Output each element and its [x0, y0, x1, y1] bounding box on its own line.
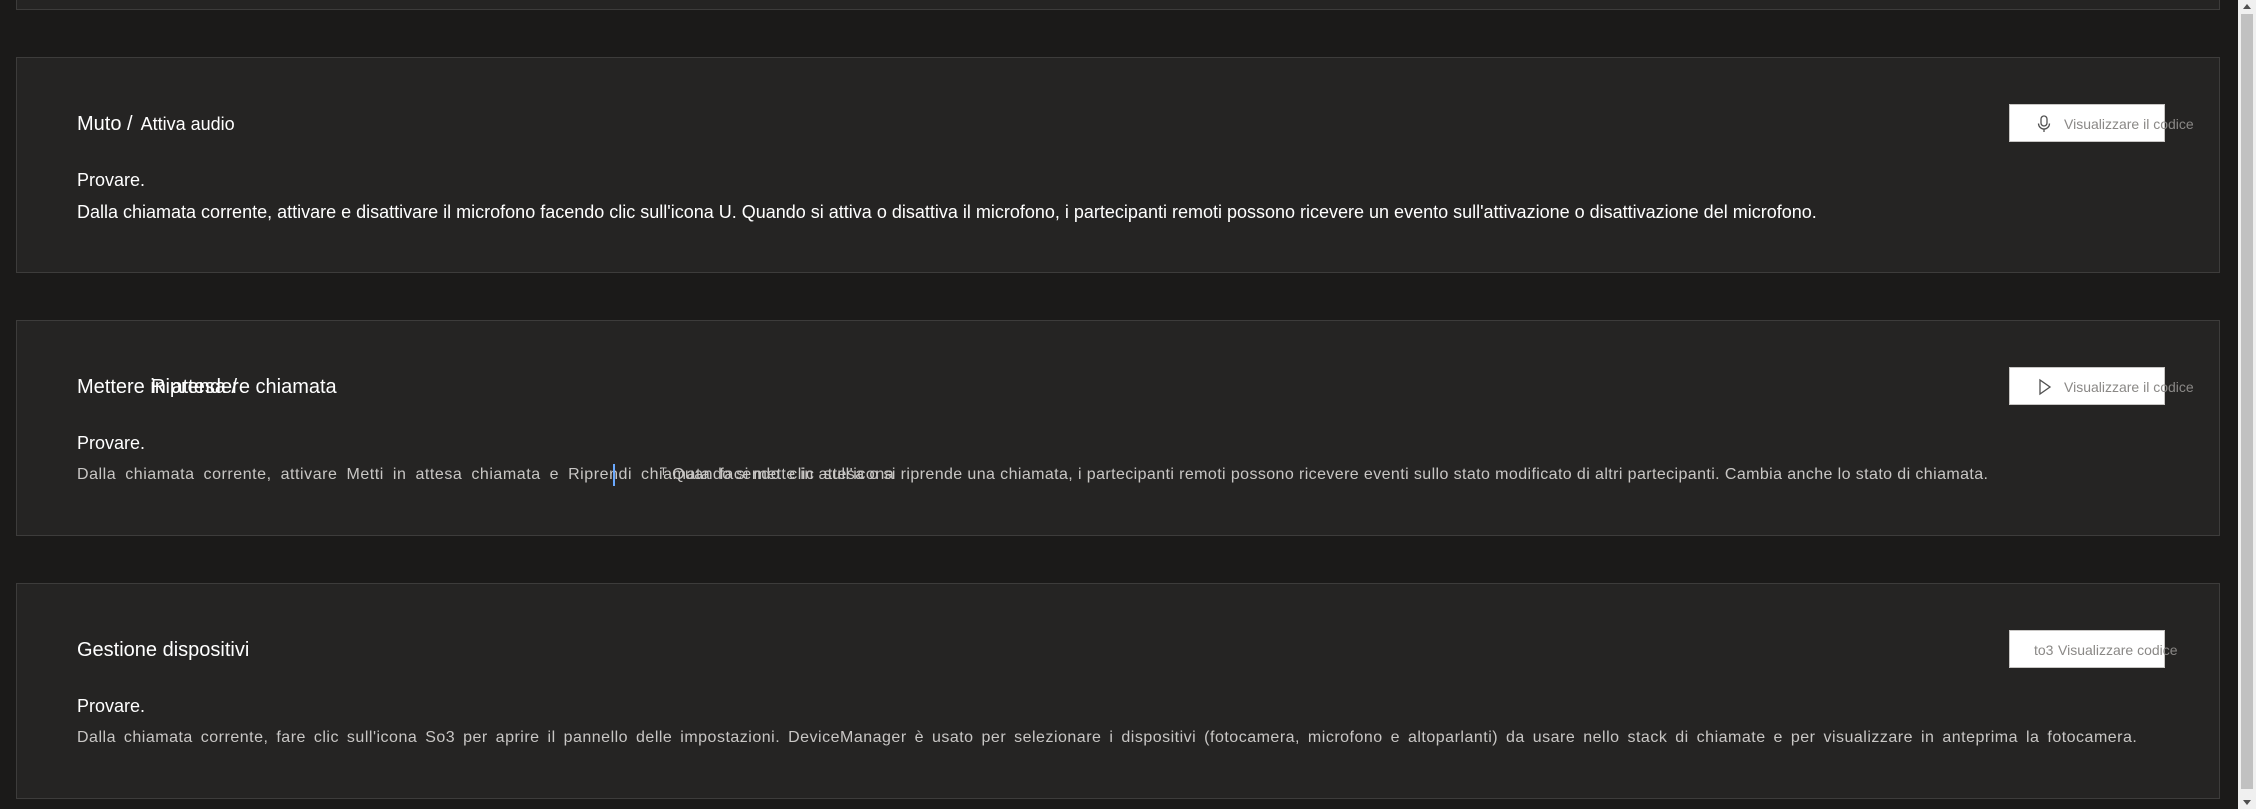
view-code-prefix: to3: [2034, 642, 2054, 658]
vertical-scrollbar[interactable]: [2238, 0, 2256, 809]
section-description: Dalla chiamata corrente, attivare e disa…: [77, 202, 1817, 222]
scrollbar-thumb[interactable]: [2241, 14, 2253, 789]
view-code-label: Visualizzare il codice: [2064, 116, 2194, 132]
scroll-down-icon[interactable]: [2243, 800, 2251, 805]
section-title-part2: Attiva audio: [140, 114, 235, 134]
section-description: Dalla chiamata corrente, fare clic sull'…: [77, 729, 2138, 746]
mute-section: Muto / Attiva audio Provare. Dalla chiama…: [16, 57, 2220, 273]
section-description-overlay: ᵀ Quando si mette in attesa o si riprend…: [660, 466, 1989, 483]
section-title: Mettere in attesa / Riprendere chiamata: [77, 373, 477, 401]
try-label: Provare.: [77, 433, 146, 453]
view-code-button[interactable]: to3 Visualizzare codice: [2009, 630, 2178, 668]
scroll-up-icon[interactable]: [2243, 4, 2251, 9]
section-title-part2: Riprendere chiamata: [151, 376, 337, 398]
section-title: Gestione dispositivi: [77, 639, 250, 661]
view-code-label: Visualizzare il codice: [2064, 379, 2194, 395]
previous-card-edge: [16, 0, 2220, 10]
device-management-section: Gestione dispositivi Provare. Dalla chia…: [16, 583, 2220, 799]
try-label: Provare.: [77, 170, 146, 190]
hold-section: Mettere in attesa / Riprendere chiamata …: [16, 320, 2220, 536]
microphone-icon: [2037, 115, 2051, 132]
try-label: Provare.: [77, 696, 146, 716]
view-code-button[interactable]: Visualizzare il codice: [2009, 104, 2194, 142]
page: Muto / Attiva audio Provare. Dalla chiama…: [0, 0, 2256, 809]
text-cursor: [613, 464, 615, 486]
view-code-button[interactable]: Visualizzare il codice: [2009, 367, 2194, 405]
section-title: Muto / Attiva audio: [77, 110, 235, 138]
play-icon: [2039, 378, 2052, 396]
view-code-label: Visualizzare codice: [2058, 642, 2178, 658]
section-title-part1: Muto /: [77, 113, 133, 135]
